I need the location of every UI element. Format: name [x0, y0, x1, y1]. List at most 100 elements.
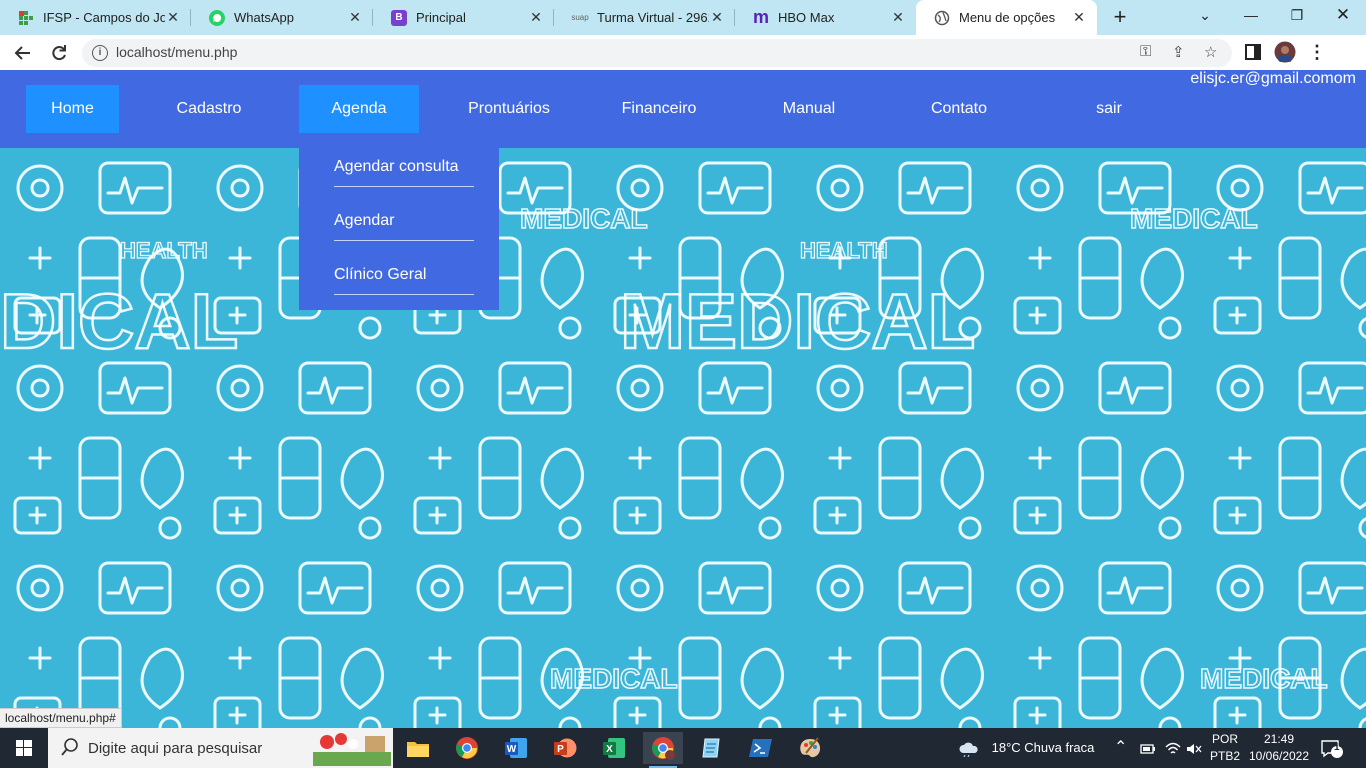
close-window-button[interactable]: ✕ [1320, 0, 1366, 30]
tab-whatsapp[interactable]: WhatsApp ✕ [191, 0, 373, 35]
wifi-icon[interactable] [1165, 728, 1181, 768]
chrome-profile-active-icon[interactable] [643, 732, 683, 768]
avatar[interactable] [1273, 40, 1297, 64]
ifsp-icon [18, 10, 34, 26]
whatsapp-icon [209, 9, 225, 26]
taskbar-clock[interactable]: 21:49 10/06/2022 [1246, 731, 1312, 765]
input-language[interactable]: POR PTB2 [1208, 731, 1242, 765]
close-icon[interactable]: ✕ [709, 9, 725, 26]
clock-date: 10/06/2022 [1248, 749, 1310, 763]
nav-contato[interactable]: Contato [899, 85, 1019, 133]
file-explorer-icon[interactable] [398, 732, 438, 764]
nav-manual[interactable]: Manual [749, 85, 869, 133]
close-icon[interactable]: ✕ [1071, 9, 1087, 26]
tab-ifsp[interactable]: IFSP - Campos do Jorc ✕ [0, 0, 191, 35]
medical-doodle-background: DICAL MEDICAL MEDICAL MEDICAL MEDICAL ME… [0, 148, 1366, 728]
user-email-address: elisjc.er@gmail.com [1190, 70, 1334, 87]
weather-text: 18°C Chuva fraca [991, 740, 1095, 755]
agenda-dropdown: Agendar consulta Agendar Clínico Geral [299, 148, 499, 310]
new-tab-button[interactable]: + [1108, 4, 1132, 30]
powerpoint-icon[interactable]: P [545, 732, 585, 764]
user-email-overflow: om [1333, 70, 1356, 87]
svg-text:MEDICAL: MEDICAL [550, 663, 678, 694]
tab-principal[interactable]: B Principal ✕ [373, 0, 554, 35]
language-code: POR [1211, 732, 1238, 746]
svg-text:DICAL: DICAL [0, 277, 238, 365]
svg-text:MEDICAL: MEDICAL [1130, 203, 1258, 234]
nav-agenda[interactable]: Agenda [299, 85, 419, 133]
nav-home[interactable]: Home [26, 85, 119, 133]
svg-text:W: W [507, 744, 517, 755]
tab-title: Principal [416, 10, 466, 25]
chevron-up-icon[interactable]: ⌃ [1114, 728, 1127, 768]
excel-icon[interactable]: X [594, 732, 634, 764]
address-bar[interactable]: i localhost/menu.php ⚿ ⇪ ☆ [82, 39, 1232, 67]
keyboard-layout: PTB2 [1209, 749, 1240, 763]
nav-cadastro[interactable]: Cadastro [149, 85, 269, 133]
notification-count: 1 [1334, 742, 1340, 753]
star-icon[interactable]: ☆ [1204, 43, 1217, 61]
nav-prontuarios[interactable]: Prontuários [449, 85, 569, 133]
nav-sair[interactable]: sair [1049, 85, 1169, 133]
tab-title: WhatsApp [234, 10, 294, 25]
windows-start-button[interactable] [0, 728, 48, 768]
share-icon[interactable]: ⇪ [1172, 43, 1185, 61]
site-info-icon[interactable]: i [92, 45, 108, 61]
tab-title: Menu de opções [959, 10, 1056, 25]
menu-dots-icon[interactable]: ⋮ [1305, 40, 1329, 64]
svg-text:X: X [606, 744, 613, 755]
close-icon[interactable]: ✕ [528, 9, 544, 26]
tab-search-icon[interactable]: ⌄ [1182, 0, 1228, 30]
close-icon[interactable]: ✕ [347, 9, 363, 26]
search-placeholder: Digite aqui para pesquisar [88, 740, 263, 757]
cloud-rain-icon [959, 742, 978, 757]
search-highlight-illustration [313, 733, 391, 766]
svg-text:P: P [557, 744, 564, 755]
key-icon[interactable]: ⚿ [1140, 43, 1151, 60]
windows-taskbar: Digite aqui para pesquisar W P X 18°C Ch… [0, 728, 1366, 768]
principal-icon: B [391, 9, 407, 26]
search-icon [61, 738, 78, 756]
dropdown-clinico-geral[interactable]: Clínico Geral [334, 256, 474, 295]
notepad-icon[interactable] [692, 732, 732, 764]
battery-icon[interactable] [1140, 728, 1156, 768]
tab-hbo-max[interactable]: m HBO Max ✕ [735, 0, 916, 35]
minimize-button[interactable]: — [1228, 0, 1274, 30]
user-email: elisjc.er@gmail.comom [1190, 70, 1356, 88]
weather-widget[interactable]: 18°C Chuva fraca [958, 728, 1094, 768]
close-icon[interactable]: ✕ [890, 9, 906, 26]
taskbar-search-box[interactable]: Digite aqui para pesquisar [48, 728, 393, 768]
maximize-button[interactable]: ❐ [1274, 0, 1320, 30]
hbomax-icon: m [753, 7, 770, 27]
tab-title: IFSP - Campos do Jorc [43, 10, 165, 25]
suap-icon: suap [571, 13, 589, 22]
status-bar-url: localhost/menu.php# [0, 708, 122, 728]
paint-icon[interactable] [790, 732, 830, 764]
tab-strip: IFSP - Campos do Jorc ✕ WhatsApp ✕ B Pri… [0, 0, 1366, 35]
dropdown-agendar[interactable]: Agendar [334, 202, 474, 241]
notifications-icon[interactable]: 1 [1320, 728, 1350, 768]
globe-icon [934, 10, 950, 26]
tab-title: HBO Max [778, 10, 835, 25]
svg-text:MEDICAL: MEDICAL [520, 203, 648, 234]
page-viewport: DICAL MEDICAL MEDICAL MEDICAL MEDICAL ME… [0, 70, 1366, 728]
side-panel-icon[interactable] [1241, 40, 1265, 64]
close-icon[interactable]: ✕ [165, 9, 181, 26]
main-navbar: Home Cadastro Agenda Prontuários Finance… [0, 70, 1366, 148]
volume-muted-icon[interactable] [1186, 728, 1202, 768]
address-url: localhost/menu.php [116, 44, 238, 60]
back-button[interactable] [10, 40, 36, 66]
clock-time: 21:49 [1263, 732, 1295, 746]
tab-turma-virtual[interactable]: suap Turma Virtual - 29618 ✕ [554, 0, 735, 35]
svg-text:MEDICAL: MEDICAL [1200, 663, 1328, 694]
tab-title: Turma Virtual - 29618 [597, 10, 709, 25]
svg-text:MEDICAL: MEDICAL [620, 277, 975, 365]
tab-menu-de-opcoes[interactable]: Menu de opções ✕ [916, 0, 1097, 35]
reload-button[interactable] [46, 40, 72, 66]
word-icon[interactable]: W [496, 732, 536, 764]
powershell-icon[interactable] [741, 732, 781, 764]
chrome-icon[interactable] [447, 732, 487, 764]
nav-financeiro[interactable]: Financeiro [599, 85, 719, 133]
svg-text:HEALTH: HEALTH [800, 238, 888, 263]
dropdown-agendar-consulta[interactable]: Agendar consulta [334, 148, 474, 187]
